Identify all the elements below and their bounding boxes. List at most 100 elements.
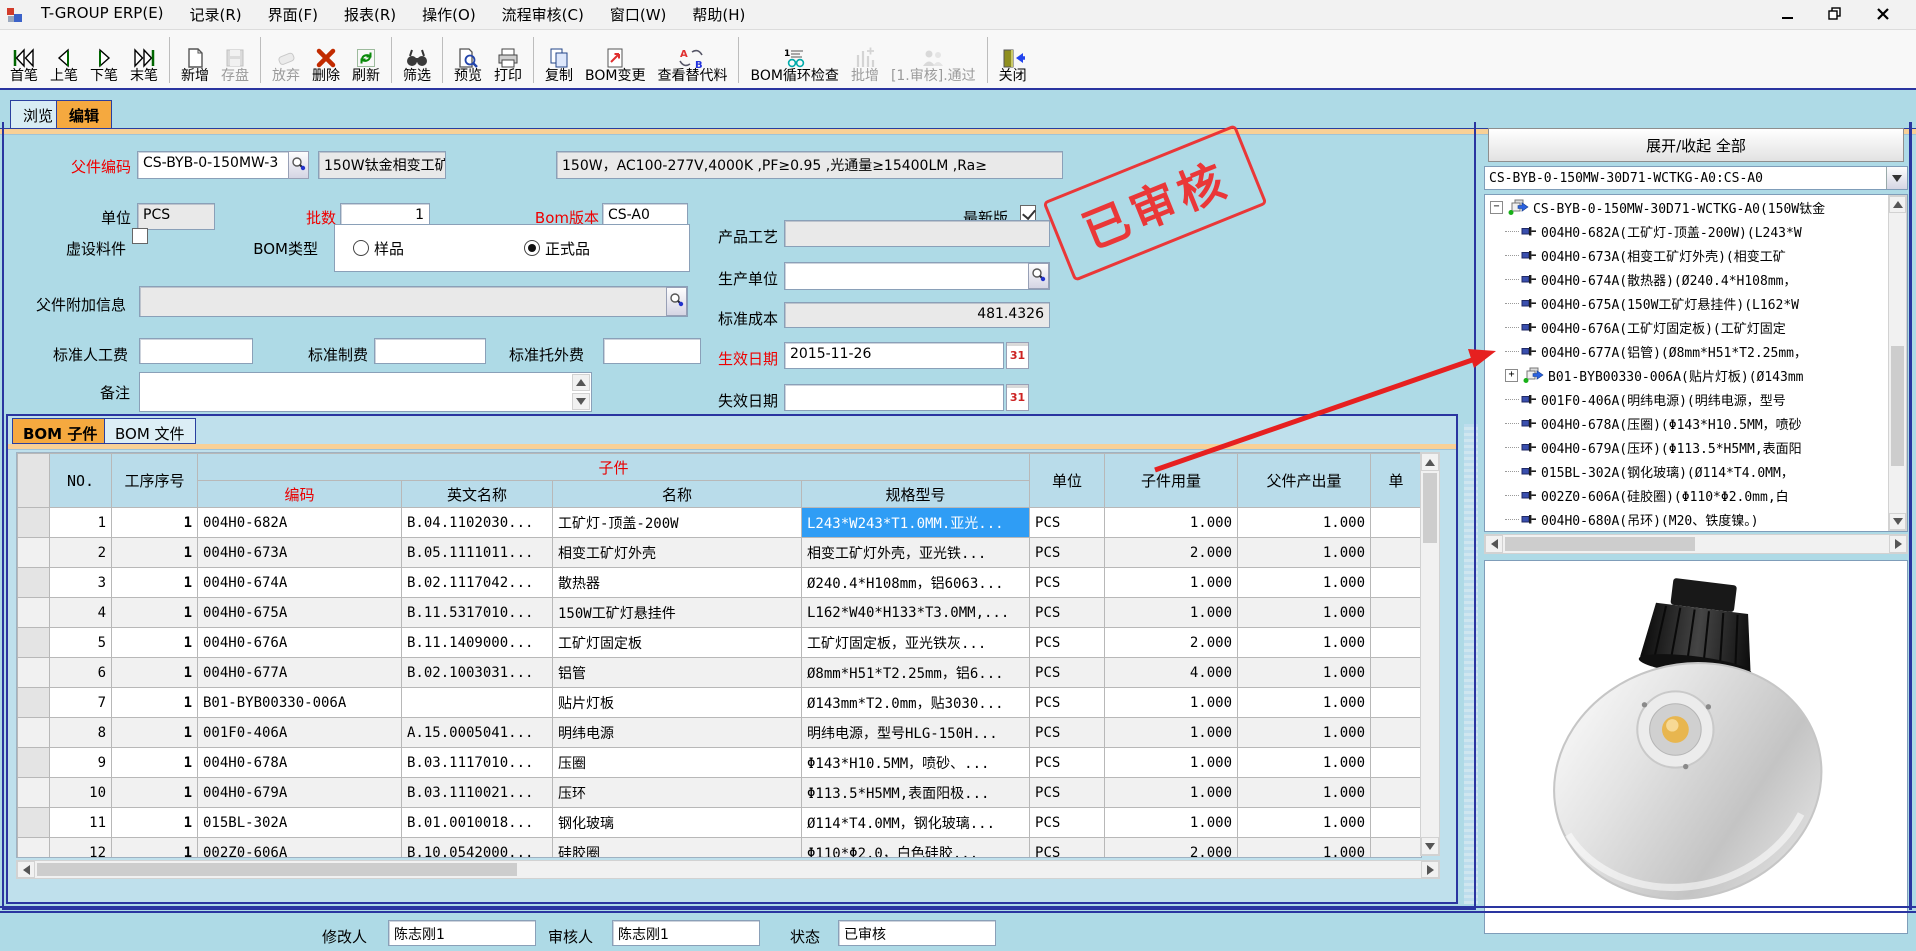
- cell-seq[interactable]: 1: [112, 568, 198, 598]
- scrollbar-thumb[interactable]: [1423, 473, 1437, 543]
- tree-node[interactable]: 004H0-676A(工矿灯固定板)(工矿灯固定: [1485, 315, 1907, 339]
- std-mfg-field[interactable]: [374, 338, 486, 364]
- cell-qty[interactable]: 1.000: [1105, 808, 1238, 838]
- cell-parent-qty[interactable]: 1.000: [1238, 718, 1371, 748]
- table-row[interactable]: 31004H0-674AB.02.1117042...散热器Ø240.4*H10…: [18, 568, 1422, 598]
- menu-item-0[interactable]: T-GROUP ERP(E): [28, 0, 177, 29]
- cell-seq[interactable]: 1: [112, 598, 198, 628]
- parent-code-lookup-button[interactable]: [288, 151, 309, 179]
- scroll-up-arrow[interactable]: [1889, 196, 1906, 213]
- latest-checkbox[interactable]: [1020, 205, 1036, 221]
- cell-qty[interactable]: 2.000: [1105, 838, 1238, 859]
- cell-extra[interactable]: [1371, 838, 1422, 859]
- dropdown-button[interactable]: [1886, 167, 1907, 189]
- table-row[interactable]: 51004H0-676AB.11.1409000...工矿灯固定板工矿灯固定板，…: [18, 628, 1422, 658]
- table-horizontal-scrollbar[interactable]: [16, 860, 1440, 879]
- cell-no[interactable]: 7: [50, 688, 112, 718]
- cell-no[interactable]: 2: [50, 538, 112, 568]
- cell-spec[interactable]: Ø240.4*H108mm，铝6063...: [802, 568, 1030, 598]
- cell-spec[interactable]: Φ110*Φ2.0，白色硅胶...: [802, 838, 1030, 859]
- cell-name[interactable]: 钢化玻璃: [553, 808, 802, 838]
- cell-name[interactable]: 150W工矿灯悬挂件: [553, 598, 802, 628]
- scrollbar-thumb[interactable]: [1505, 537, 1695, 551]
- cell-code[interactable]: 004H0-677A: [198, 658, 402, 688]
- cell-spec[interactable]: 工矿灯固定板，亚光铁灰...: [802, 628, 1030, 658]
- cell-spec[interactable]: 相变工矿灯外壳，亚光铁...: [802, 538, 1030, 568]
- cell-no[interactable]: 3: [50, 568, 112, 598]
- cell-code[interactable]: 004H0-678A: [198, 748, 402, 778]
- panel-splitter[interactable]: [1464, 424, 1478, 904]
- scroll-up-arrow[interactable]: [1421, 453, 1439, 471]
- cell-no[interactable]: 10: [50, 778, 112, 808]
- cell-seq[interactable]: 1: [112, 628, 198, 658]
- std-labor-field[interactable]: [139, 338, 253, 364]
- cell-en-name[interactable]: B.11.1409000...: [402, 628, 553, 658]
- table-row[interactable]: 11004H0-682AB.04.1102030...工矿灯-顶盖-200WL2…: [18, 508, 1422, 538]
- menu-item-1[interactable]: 记录(R): [177, 0, 255, 29]
- scroll-left-arrow[interactable]: [17, 861, 35, 878]
- tree-node[interactable]: 004H0-678A(压圈)(Φ143*H10.5MM，喷砂: [1485, 411, 1907, 435]
- calendar-icon[interactable]: 31: [1006, 384, 1029, 411]
- tree-node[interactable]: 004H0-677A(铝管)(Ø8mm*H51*T2.25mm，: [1485, 339, 1907, 363]
- effective-field[interactable]: 2015-11-26: [784, 342, 1004, 369]
- row-indicator[interactable]: [18, 628, 50, 658]
- cell-en-name[interactable]: A.15.0005041...: [402, 718, 553, 748]
- cell-code[interactable]: 001F0-406A: [198, 718, 402, 748]
- scrollbar-thumb[interactable]: [1891, 346, 1904, 466]
- expire-field[interactable]: [784, 384, 1004, 411]
- tree-root-node[interactable]: −CS-BYB-0-150MW-30D71-WCTKG-A0(150W钛金: [1485, 195, 1907, 219]
- cell-seq[interactable]: 1: [112, 838, 198, 859]
- cell-qty[interactable]: 2.000: [1105, 628, 1238, 658]
- cell-seq[interactable]: 1: [112, 658, 198, 688]
- cell-seq[interactable]: 1: [112, 808, 198, 838]
- row-indicator[interactable]: [18, 718, 50, 748]
- remark-field[interactable]: [139, 372, 592, 412]
- menu-item-3[interactable]: 报表(R): [331, 0, 409, 29]
- tree-vertical-scrollbar[interactable]: [1888, 195, 1907, 531]
- cell-extra[interactable]: [1371, 598, 1422, 628]
- cell-no[interactable]: 12: [50, 838, 112, 859]
- cell-en-name[interactable]: B.01.0010018...: [402, 808, 553, 838]
- cell-no[interactable]: 9: [50, 748, 112, 778]
- tree-node[interactable]: 002Z0-606A(硅胶圈)(Φ110*Φ2.0mm,白: [1485, 483, 1907, 507]
- tree-node[interactable]: 004H0-680A(吊环)(M20、铁度镍。): [1485, 507, 1907, 531]
- cell-unit[interactable]: PCS: [1030, 568, 1105, 598]
- toolbar-new-button[interactable]: 新增: [175, 40, 215, 86]
- cell-seq[interactable]: 1: [112, 718, 198, 748]
- tree-horizontal-scrollbar[interactable]: [1484, 534, 1908, 554]
- cell-qty[interactable]: 1.000: [1105, 688, 1238, 718]
- cell-name[interactable]: 铝管: [553, 658, 802, 688]
- cell-no[interactable]: 8: [50, 718, 112, 748]
- cell-name[interactable]: 工矿灯-顶盖-200W: [553, 508, 802, 538]
- cell-qty[interactable]: 2.000: [1105, 538, 1238, 568]
- cell-name[interactable]: 明纬电源: [553, 718, 802, 748]
- toolbar-next-button[interactable]: 下笔: [84, 40, 124, 86]
- table-row[interactable]: 111015BL-302AB.01.0010018...钢化玻璃Ø114*T4.…: [18, 808, 1422, 838]
- cell-code[interactable]: 004H0-679A: [198, 778, 402, 808]
- tab-bom-children[interactable]: BOM 子件: [12, 418, 108, 444]
- cell-no[interactable]: 4: [50, 598, 112, 628]
- bom-type-option-0[interactable]: 样品: [353, 238, 404, 259]
- tab-bom-files[interactable]: BOM 文件: [104, 418, 196, 444]
- cell-no[interactable]: 1: [50, 508, 112, 538]
- cell-extra[interactable]: [1371, 628, 1422, 658]
- bom-version-selector[interactable]: CS-BYB-0-150MW-30D71-WCTKG-A0:CS-A0: [1484, 166, 1908, 190]
- row-indicator[interactable]: [18, 598, 50, 628]
- cell-parent-qty[interactable]: 1.000: [1238, 838, 1371, 859]
- cell-code[interactable]: B01-BYB00330-006A: [198, 688, 402, 718]
- scroll-right-arrow[interactable]: [1421, 861, 1439, 878]
- cell-en-name[interactable]: B.02.1003031...: [402, 658, 553, 688]
- cell-unit[interactable]: PCS: [1030, 778, 1105, 808]
- row-indicator[interactable]: [18, 658, 50, 688]
- cell-extra[interactable]: [1371, 538, 1422, 568]
- toolbar-preview-button[interactable]: 预览: [448, 40, 488, 86]
- cell-unit[interactable]: PCS: [1030, 838, 1105, 859]
- tree-node[interactable]: 004H0-673A(相变工矿灯外壳)(相变工矿: [1485, 243, 1907, 267]
- remark-scroll-up[interactable]: [572, 374, 590, 391]
- cell-unit[interactable]: PCS: [1030, 598, 1105, 628]
- cell-qty[interactable]: 4.000: [1105, 658, 1238, 688]
- menu-item-5[interactable]: 流程审核(C): [489, 0, 597, 29]
- close-button[interactable]: [1866, 3, 1900, 27]
- cell-extra[interactable]: [1371, 718, 1422, 748]
- cell-code[interactable]: 004H0-675A: [198, 598, 402, 628]
